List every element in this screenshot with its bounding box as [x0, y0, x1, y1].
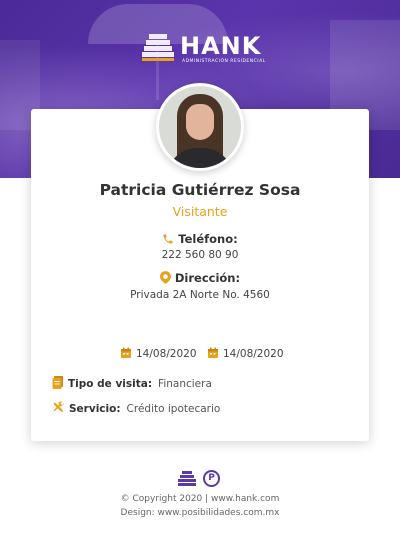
date-from: 14/08/2020	[120, 347, 197, 360]
document-icon	[52, 376, 63, 389]
location-pin-icon	[159, 271, 171, 284]
service-row: Servicio: Crédito ipotecario	[52, 401, 220, 415]
logo-wordmark: HANK	[180, 32, 262, 60]
visit-type-row: Tipo de visita: Financiera	[52, 376, 212, 390]
address-heading: Dirección:	[31, 271, 369, 285]
calendar-icon	[208, 347, 218, 358]
logo-tagline: ADMINISTRACIÓN RESIDENCIAL	[182, 59, 266, 64]
date-to-value: 14/08/2020	[223, 348, 284, 360]
design-credit: Design: www.posibilidades.com.mx	[120, 508, 280, 518]
tools-icon	[53, 401, 64, 413]
service-value: Crédito ipotecario	[126, 403, 221, 415]
address-label: Dirección:	[174, 271, 241, 285]
hank-mark-icon	[178, 471, 196, 487]
hank-logo: HANK ADMINISTRACIÓN RESIDENCIAL	[142, 32, 265, 66]
footer-logos: P	[178, 470, 224, 488]
phone-label: Teléfono:	[178, 232, 238, 246]
posibilidades-logo-icon: P	[203, 470, 220, 487]
date-from-value: 14/08/2020	[136, 348, 197, 360]
visitor-role: Visitante	[172, 204, 228, 219]
visit-dates: 14/08/2020 14/08/2020	[120, 347, 290, 361]
phone-icon	[163, 234, 173, 244]
avatar	[156, 83, 244, 171]
phone-heading: Teléfono:	[31, 232, 369, 246]
visit-type-value: Financiera	[158, 378, 212, 390]
calendar-icon	[121, 347, 131, 358]
visit-type-label: Tipo de visita:	[68, 378, 153, 390]
copyright-text: © Copyright 2020 | www.hank.com	[120, 494, 280, 504]
phone-value: 222 560 80 90	[161, 249, 239, 261]
date-to: 14/08/2020	[207, 347, 284, 360]
address-value: Privada 2A Norte No. 4560	[130, 289, 270, 301]
visitor-name: Patricia Gutiérrez Sosa	[99, 181, 301, 199]
logo-mark-icon	[142, 34, 174, 62]
service-label: Servicio:	[69, 403, 121, 415]
